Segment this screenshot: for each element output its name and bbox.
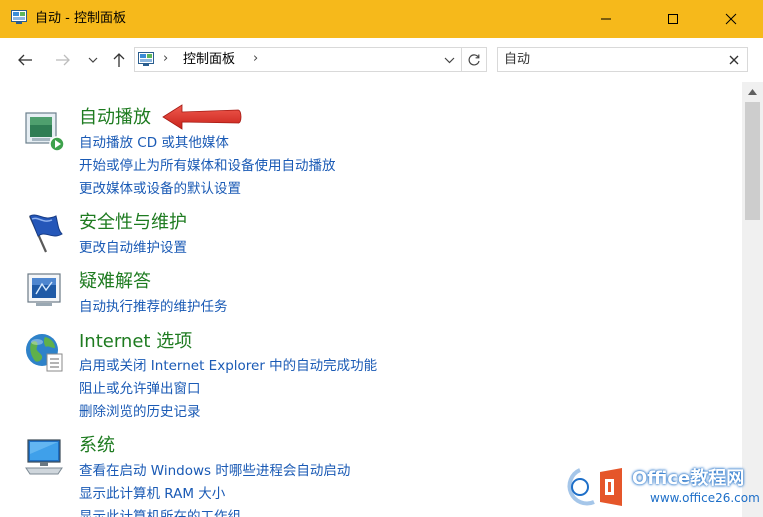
troubleshooting-icon xyxy=(27,273,61,306)
control-panel-icon xyxy=(138,52,154,66)
link-popup-blocker[interactable]: 阻止或允许弹出窗口 xyxy=(79,380,201,398)
search-results: 自动播放 自动播放 CD 或其他媒体 开始或停止为所有媒体和设备使用自动播放 更… xyxy=(0,82,742,517)
refresh-button[interactable] xyxy=(462,47,487,72)
breadcrumb-control-panel[interactable]: 控制面板 xyxy=(183,51,235,69)
address-bar[interactable]: › 控制面板 › xyxy=(134,47,462,72)
scroll-up-button[interactable] xyxy=(742,82,763,102)
minimize-icon xyxy=(601,18,611,20)
refresh-icon xyxy=(468,53,480,65)
control-panel-window: 自动 - 控制面板 › 控制面板 › 自动 自动播放 自动播放 CD 或其他媒体… xyxy=(0,0,763,517)
window-title: 自动 - 控制面板 xyxy=(35,11,126,26)
link-delete-browsing-history[interactable]: 删除浏览的历史记录 xyxy=(79,403,201,421)
forward-button[interactable] xyxy=(50,48,76,72)
link-change-auto-maintenance[interactable]: 更改自动维护设置 xyxy=(79,239,187,257)
chevron-down-icon xyxy=(88,57,98,63)
search-input[interactable]: 自动 xyxy=(504,51,530,69)
category-title-internet-options[interactable]: Internet 选项 xyxy=(79,330,192,354)
link-show-workgroup[interactable]: 显示此计算机所在的工作组 xyxy=(79,508,241,517)
autoplay-icon xyxy=(25,112,65,152)
arrow-left-icon xyxy=(18,54,32,66)
address-history-dropdown[interactable] xyxy=(440,50,458,70)
category-title-autoplay[interactable]: 自动播放 xyxy=(79,106,151,130)
close-icon xyxy=(729,55,739,65)
watermark-title: Office教程网 xyxy=(632,468,745,489)
chevron-down-icon xyxy=(444,57,454,64)
link-ie-autocomplete[interactable]: 启用或关闭 Internet Explorer 中的自动完成功能 xyxy=(79,357,377,375)
security-maintenance-flag-icon xyxy=(28,214,63,253)
link-autoplay-cd[interactable]: 自动播放 CD 或其他媒体 xyxy=(79,134,229,152)
link-change-default-settings[interactable]: 更改媒体或设备的默认设置 xyxy=(79,180,241,198)
internet-options-globe-icon xyxy=(26,334,63,372)
vertical-scrollbar[interactable] xyxy=(742,82,763,517)
maximize-icon xyxy=(668,14,678,24)
watermark: Office教程网 www.office26.com xyxy=(560,462,760,512)
link-startup-processes[interactable]: 查看在启动 Windows 时哪些进程会自动启动 xyxy=(79,462,350,480)
clear-search-button[interactable] xyxy=(727,52,741,68)
arrow-up-icon xyxy=(113,53,125,67)
office-logo-icon xyxy=(567,468,622,506)
close-icon xyxy=(725,13,737,25)
up-button[interactable] xyxy=(106,48,132,72)
breadcrumb-separator[interactable]: › xyxy=(253,51,258,66)
search-box[interactable]: 自动 xyxy=(497,47,748,72)
link-autoplay-all-media[interactable]: 开始或停止为所有媒体和设备使用自动播放 xyxy=(79,157,336,175)
chevron-up-icon xyxy=(748,89,757,95)
title-bar[interactable]: 自动 - 控制面板 xyxy=(0,0,763,38)
close-button[interactable] xyxy=(708,0,754,38)
category-title-system[interactable]: 系统 xyxy=(79,434,115,458)
recent-locations-button[interactable] xyxy=(84,48,102,72)
breadcrumb-separator[interactable]: › xyxy=(163,51,168,66)
watermark-url: www.office26.com xyxy=(650,491,760,505)
link-run-recommended-maintenance[interactable]: 自动执行推荐的维护任务 xyxy=(79,298,228,316)
arrow-right-icon xyxy=(56,54,70,66)
annotation-arrow xyxy=(162,104,242,130)
category-title-troubleshooting[interactable]: 疑难解答 xyxy=(79,270,151,294)
scroll-thumb[interactable] xyxy=(745,102,760,220)
link-show-ram-size[interactable]: 显示此计算机 RAM 大小 xyxy=(79,485,225,503)
navigation-bar: › 控制面板 › 自动 xyxy=(0,38,763,82)
maximize-button[interactable] xyxy=(650,0,696,38)
system-computer-icon xyxy=(25,439,63,475)
minimize-button[interactable] xyxy=(583,0,629,38)
control-panel-icon xyxy=(11,10,27,24)
category-title-security-maintenance[interactable]: 安全性与维护 xyxy=(79,211,187,235)
back-button[interactable] xyxy=(12,48,38,72)
